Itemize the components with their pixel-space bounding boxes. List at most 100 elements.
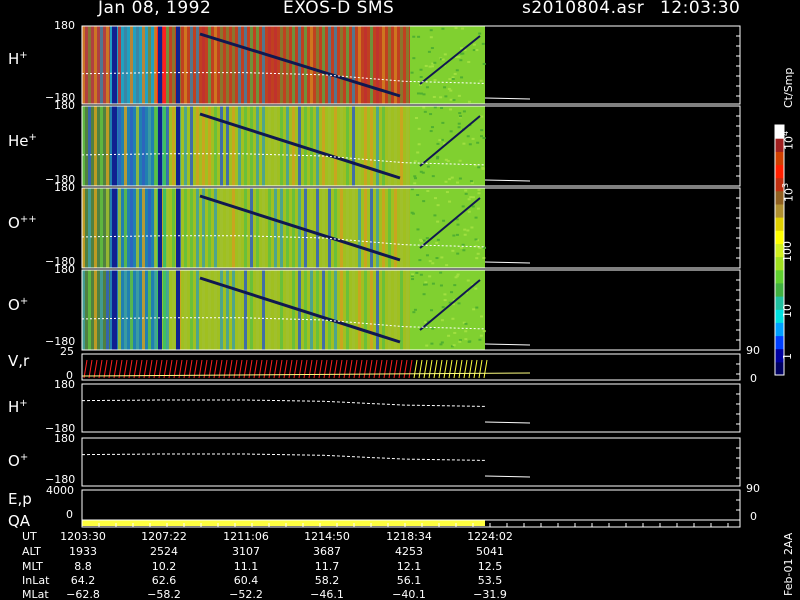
spectrogram-noise [457,126,461,129]
spectrogram-noise [467,61,471,64]
spectrogram-noise [461,52,465,55]
spectrogram-noise [430,126,434,129]
spectrogram-noise [482,137,486,140]
spectrogram-stripe [358,26,361,104]
plot-root: Jan 08, 1992 EXOS-D SMS s2010804.asr 12:… [0,0,800,600]
spectrogram-noise [451,317,455,320]
spectrogram-noise [480,315,484,318]
tick-e-p-bottom: 0 [66,508,73,521]
eph-value-inlat: 58.2 [314,574,340,587]
spectrogram-stripe [220,270,223,350]
spectrogram-stripe [184,106,187,186]
spectrogram-noise [435,257,439,260]
spectrogram-stripe [292,188,295,268]
spectrogram-noise [478,246,482,249]
eph-value-alt: 2524 [150,545,178,558]
spectrogram-noise [464,338,468,341]
panel-label-h-plus-line: H+ [8,398,28,416]
eph-value-mlt: 12.5 [477,560,503,573]
spectrogram-stripe [352,188,355,268]
spectrogram-noise [413,308,417,311]
spectrogram-stripe [172,188,175,268]
spectrogram-noise [443,86,447,89]
spectrogram-noise [470,226,474,229]
spectrogram-stripe [232,106,235,186]
spectrogram-noise [475,257,479,260]
spectrogram-o_plus [81,270,531,350]
spectrogram-gap [112,270,117,350]
spectrogram-stripe [148,26,151,104]
spectrogram-stripe [316,188,319,268]
spectrogram-gap [158,188,162,268]
panel-label-he-plus: He+ [8,132,37,150]
spectrogram-noise [448,178,452,181]
spectrogram-stripe [358,188,361,268]
spectrogram-noise [440,341,444,344]
spectrogram-stripe [358,106,361,186]
spectrogram-stripe [256,188,259,268]
spectrogram-noise [482,330,486,333]
spectrogram-stripe [250,26,253,104]
spectrogram-stripe [196,106,199,186]
spectrogram-noise [471,196,475,199]
spectrogram-noise [471,137,475,140]
spectrogram-stripe [154,188,157,268]
spectrogram-noise [429,29,433,32]
spectrogram-noise [433,79,437,82]
spectrogram-stripe [328,188,331,268]
spectrogram-noise [410,211,414,214]
spectrogram-noise [413,182,417,185]
panel-label-h-plus: H+ [8,50,28,68]
spectrogram-stripe [328,106,331,186]
spectrogram-stripe [352,106,355,186]
spectrogram-noise [433,61,437,64]
spectrogram-stripe [370,270,373,350]
spectrogram-noise [447,334,451,337]
spectrogram-noise [482,62,486,65]
spectrogram-stripe [268,106,271,186]
spectrogram-noise [481,42,485,45]
spectrogram-noise [472,49,476,52]
reference-line-tail [484,261,531,264]
spectrogram-stripe [244,26,247,104]
spectrogram-noise [480,129,484,132]
colorbar-segment [775,151,784,165]
spectrogram-h_plus [81,26,531,104]
panel-label-v-r: V,r [8,352,30,370]
spectrogram-noise [464,322,468,325]
spectrogram-noise [455,275,459,278]
spectrogram-noise [417,127,421,130]
vector-panel [81,357,531,379]
colorbar-tick-1e4: 104 [781,130,796,150]
colorbar-segment [775,203,784,218]
spectrogram-noise [424,281,428,284]
spectrogram-stripe [220,106,223,186]
spectrogram-noise [466,279,470,282]
line-panel-tail [484,421,531,424]
eph-value-ut: 1207:22 [141,530,187,543]
spectrogram-stripe [334,26,337,104]
spectrogram-noise [413,177,417,180]
spectrogram-stripe [406,26,409,104]
spectrogram-stripe [94,106,97,186]
spectrogram-stripe [346,26,349,104]
tick-h-plus-line-top: 180 [54,378,75,391]
spectrogram-stripe [352,270,355,350]
spectrogram-noise [458,159,462,162]
spectrogram-stripe [124,188,127,268]
spectrogram-noise [460,76,464,79]
spectrogram-stripe [394,106,397,186]
spectrogram-stripe [292,26,295,104]
spectrogram-stripe [154,270,157,350]
tick-he-plus-top: 180 [54,99,75,112]
spectrogram-stripe [88,106,91,186]
spectrogram-noise [417,143,421,146]
spectrogram-noise [443,293,447,296]
eph-value-mlt: 10.2 [151,560,177,573]
spectrogram-stripe [322,188,325,268]
spectrogram-noise [459,115,463,118]
spectrogram-noise [413,175,417,178]
spectrogram-stripe [364,188,367,268]
spectrogram-noise [462,249,466,252]
line-panel-tail [484,475,531,478]
